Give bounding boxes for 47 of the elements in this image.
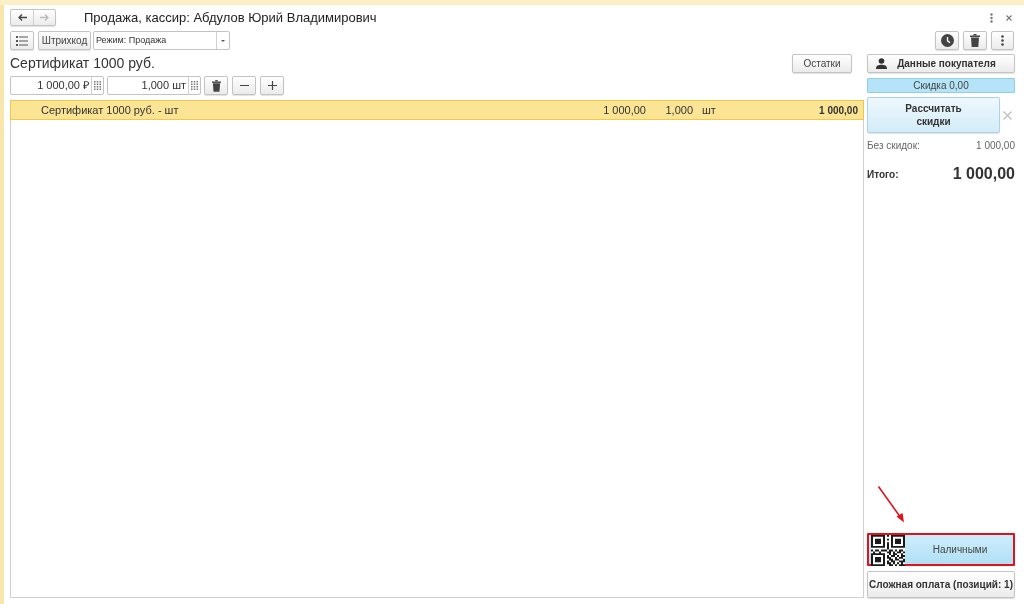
- grid-icon: [94, 81, 101, 90]
- table-cell-text: 1 000,00: [602, 102, 646, 118]
- table-cell-text: Сертификат 1000 руб. - шт: [40, 102, 180, 118]
- grid-icon: [191, 81, 198, 90]
- customer-data-button[interactable]: Данные покупателя: [867, 54, 1015, 73]
- minus-icon: [239, 85, 249, 86]
- delete-button[interactable]: [963, 31, 987, 50]
- cash-payment-button[interactable]: Наличными: [867, 533, 1015, 566]
- trash-icon: [970, 34, 980, 47]
- without-discounts-value: 1 000,00: [976, 139, 1015, 153]
- table-cell-text: 1,000: [664, 102, 693, 118]
- discount-indicator: Скидка 0,00: [867, 78, 1015, 93]
- price-field[interactable]: 1 000,00 ₽: [10, 76, 104, 95]
- list-button[interactable]: [10, 31, 34, 50]
- without-discounts-label: Без скидок:: [867, 139, 920, 153]
- total-label: Итого:: [867, 167, 899, 182]
- total-value: 1 000,00: [952, 164, 1015, 184]
- arrow-left-icon: [17, 14, 27, 21]
- table-cell-text: 1 000,00: [818, 103, 859, 118]
- more-icon: [989, 12, 993, 23]
- qr-code-icon: [871, 535, 905, 566]
- trash-icon: [211, 79, 221, 92]
- mode-dropdown[interactable]: Режим: Продажа: [93, 31, 230, 50]
- keypad-button[interactable]: [188, 77, 200, 94]
- increase-button[interactable]: [260, 76, 284, 95]
- delete-row-button[interactable]: [204, 76, 228, 95]
- plus-icon: [267, 81, 277, 90]
- calculate-discounts-button[interactable]: Рассчитать скидки: [867, 97, 1000, 133]
- clock-icon: [940, 34, 954, 47]
- keypad-button[interactable]: [91, 77, 103, 94]
- window-title: Продажа, кассир: Абдулов Юрий Владимирович: [84, 8, 377, 27]
- list-icon: [16, 35, 28, 46]
- close-icon: [1003, 110, 1012, 120]
- more-button[interactable]: [991, 31, 1014, 50]
- table-row[interactable]: Сертификат 1000 руб. - шт 1 000,00 1,000 шт 1 000,00: [10, 100, 864, 120]
- table-cell-text: шт: [701, 102, 717, 118]
- product-name: Сертификат 1000 руб.: [10, 54, 155, 73]
- barcode-button[interactable]: Штрихкод: [38, 31, 91, 50]
- arrow-right-icon: [40, 14, 49, 21]
- person-icon: [876, 58, 887, 69]
- quantity-field[interactable]: 1,000 шт: [107, 76, 201, 95]
- more-icon: [1001, 35, 1004, 46]
- caret-icon: [221, 39, 225, 42]
- history-button[interactable]: [935, 31, 959, 50]
- close-icon: [1006, 14, 1012, 21]
- stock-button[interactable]: Остатки: [792, 54, 852, 73]
- complex-payment-button[interactable]: Сложная оплата (позиций: 1): [867, 571, 1015, 598]
